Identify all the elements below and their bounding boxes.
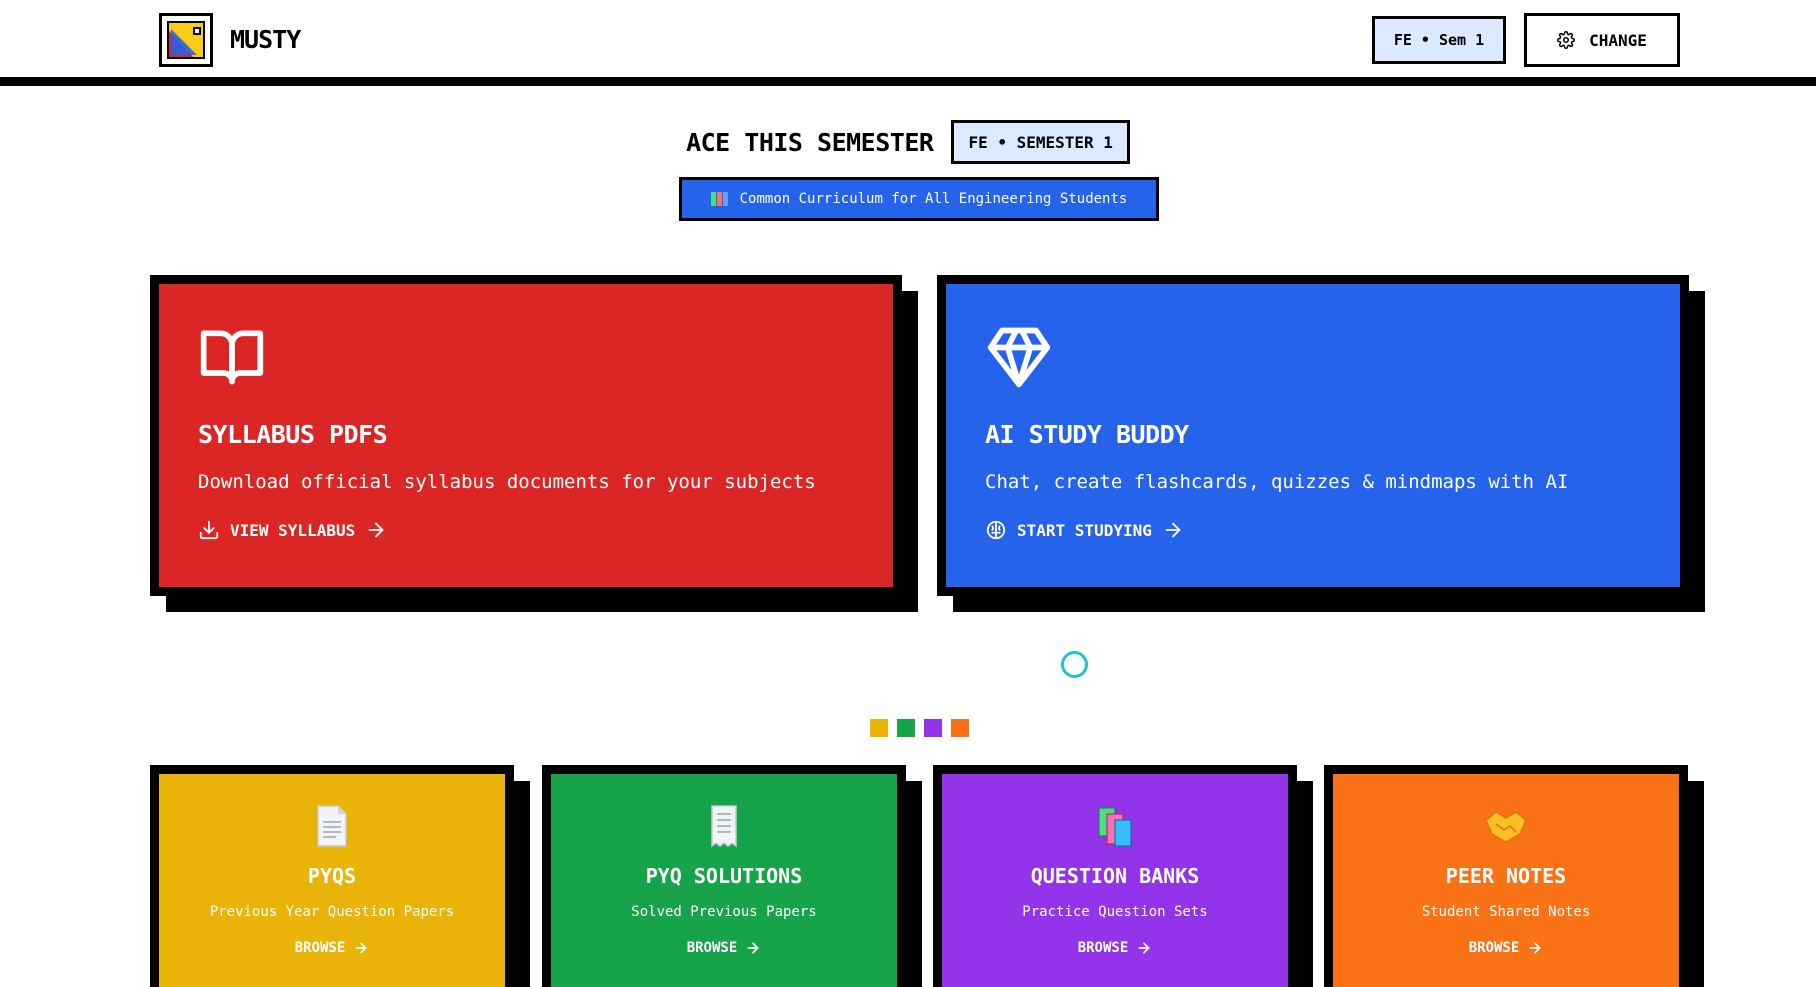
dot-purple	[924, 719, 942, 737]
question-banks-card[interactable]: QUESTION BANKS Practice Question Sets BR…	[933, 765, 1297, 987]
receipt-icon	[711, 805, 737, 848]
card-title: PYQ SOLUTIONS	[645, 864, 803, 888]
browse-label: BROWSE	[1077, 940, 1129, 956]
arrow-right-icon	[1138, 942, 1151, 954]
download-icon	[199, 520, 219, 540]
arrow-right-icon	[1529, 942, 1542, 954]
curriculum-text: Common Curriculum for All Engineering St…	[739, 191, 1128, 207]
ai-study-buddy-card[interactable]: AI STUDY BUDDY Chat, create flashcards, …	[937, 275, 1689, 596]
arrow-right-icon	[747, 942, 760, 954]
top-header: MUSTY FE • Sem 1 CHANGE	[0, 0, 1816, 86]
syllabus-card[interactable]: SYLLABUS PDFS Download official syllabus…	[150, 275, 902, 596]
link-label: START STUDYING	[1017, 520, 1152, 540]
card-subtitle: Student Shared Notes	[1421, 904, 1591, 920]
handshake-icon	[1485, 811, 1527, 843]
logo[interactable]	[159, 13, 213, 67]
card-description: Chat, create flashcards, quizzes & mindm…	[985, 471, 1569, 493]
change-button[interactable]: CHANGE	[1524, 13, 1680, 67]
color-dots	[870, 719, 969, 737]
dot-orange	[951, 719, 969, 737]
hero-title: ACE THIS SEMESTER	[686, 127, 934, 157]
arrow-right-icon	[1165, 522, 1181, 538]
arrow-right-icon	[355, 942, 368, 954]
browse-link[interactable]: BROWSE	[295, 940, 370, 956]
pyq-solutions-card[interactable]: PYQ SOLUTIONS Solved Previous Papers BRO…	[542, 765, 906, 987]
start-studying-link[interactable]: START STUDYING	[985, 519, 1641, 541]
browse-link[interactable]: BROWSE	[1078, 940, 1153, 956]
diamond-icon	[987, 327, 1051, 388]
card-title: SYLLABUS PDFS	[198, 420, 388, 449]
arrow-right-icon	[368, 522, 384, 538]
semester-pill[interactable]: FE • Sem 1	[1372, 16, 1506, 64]
link-label: VIEW SYLLABUS	[230, 520, 356, 540]
card-subtitle: Practice Question Sets	[1022, 904, 1208, 920]
browse-link[interactable]: BROWSE	[687, 940, 762, 956]
book-open-icon	[200, 330, 264, 385]
books-icon	[1098, 807, 1132, 847]
card-title: PEER NOTES	[1445, 864, 1567, 888]
dot-yellow	[870, 719, 888, 737]
browse-link[interactable]: BROWSE	[1469, 940, 1544, 956]
hero-title-row: ACE THIS SEMESTER FE • SEMESTER 1	[0, 120, 1816, 164]
semester-badge: FE • SEMESTER 1	[951, 120, 1130, 164]
peer-notes-card[interactable]: PEER NOTES Student Shared Notes BROWSE	[1324, 765, 1688, 987]
page-icon	[317, 805, 347, 847]
brain-icon	[986, 520, 1006, 540]
browse-label: BROWSE	[294, 940, 346, 956]
change-label: CHANGE	[1589, 30, 1647, 50]
card-subtitle: Previous Year Question Papers	[209, 904, 455, 920]
brand-name: MUSTY	[230, 25, 301, 54]
card-title: AI STUDY BUDDY	[985, 420, 1189, 449]
card-subtitle: Solved Previous Papers	[631, 904, 817, 920]
card-description: Download official syllabus documents for…	[198, 471, 816, 493]
loading-spinner	[1061, 651, 1088, 678]
view-syllabus-link[interactable]: VIEW SYLLABUS	[198, 519, 854, 541]
card-title: PYQS	[307, 864, 357, 888]
browse-label: BROWSE	[686, 940, 738, 956]
browse-label: BROWSE	[1468, 940, 1520, 956]
gear-icon	[1557, 31, 1576, 49]
dot-green	[897, 719, 915, 737]
pyqs-card[interactable]: PYQS Previous Year Question Papers BROWS…	[150, 765, 514, 987]
books-icon	[710, 192, 728, 206]
curriculum-banner: Common Curriculum for All Engineering St…	[679, 177, 1159, 221]
card-title: QUESTION BANKS	[1030, 864, 1200, 888]
logo-icon	[167, 21, 205, 59]
